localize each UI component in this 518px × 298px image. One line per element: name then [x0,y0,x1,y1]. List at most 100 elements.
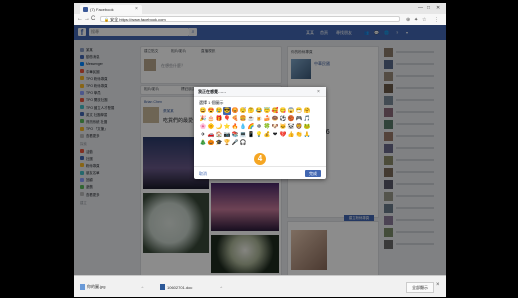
sticker-icon[interactable]: 🐸 [303,123,311,131]
sticker-icon[interactable]: ⭐ [223,123,231,131]
sticker-icon[interactable]: 🤔 [247,107,255,115]
sticker-icon[interactable]: 🏠 [215,131,223,139]
sticker-icon[interactable]: 🌙 [215,123,223,131]
sticker-icon[interactable]: 🙏 [303,131,311,139]
sticker-icon[interactable]: ☕ [247,115,255,123]
sticker-icon[interactable]: 😢 [215,107,223,115]
sticker-icon[interactable]: 💰 [263,131,271,139]
sticker-icon[interactable]: 😇 [263,107,271,115]
facebook-favicon-icon [83,7,88,12]
sticker-icon[interactable]: 🍕 [231,115,239,123]
download-bar-close-icon[interactable]: × [436,282,440,288]
cancel-button[interactable]: 取消 [199,171,207,177]
sticker-icon[interactable]: 🐱 [279,123,287,131]
tab-title: (7) Facebook [90,7,114,12]
sticker-icon[interactable]: 🔥 [231,123,239,131]
bookmark-icon[interactable]: ☆ [422,17,426,23]
menu-icon[interactable]: ⋮ [434,17,439,23]
sticker-icon[interactable]: 🎁 [215,115,223,123]
sticker-icon[interactable]: 📱 [247,131,255,139]
step-badge: 4 [254,153,266,165]
download-item[interactable]: 10602701.doc ^ [160,282,222,292]
sticker-icon[interactable]: 🥰 [271,107,279,115]
sticker-icon[interactable]: 💧 [239,123,247,131]
download-filename: 10602701.doc [167,284,193,290]
sticker-icon[interactable]: 😀 [199,107,207,115]
sticker-icon[interactable]: 💔 [279,131,287,139]
sticker-icon[interactable]: 🍀 [263,123,271,131]
minimize-button[interactable]: — [418,5,423,11]
download-item[interactable]: 你的圖.jpg ^ [80,282,143,292]
sticker-icon[interactable]: 🌈 [247,123,255,131]
sticker-icon[interactable]: 🍔 [239,115,247,123]
sticker-icon[interactable]: 🎮 [295,115,303,123]
sticker-icon[interactable]: 😋 [279,107,287,115]
window-close-button[interactable]: ✕ [436,5,440,11]
sticker-icon[interactable]: 🍺 [255,115,263,123]
sticker-icon[interactable]: 📚 [231,131,239,139]
sticker-icon[interactable]: 💻 [239,131,247,139]
sticker-icon[interactable]: ❄ [255,123,263,131]
sticker-icon[interactable]: 🏀 [287,115,295,123]
sticker-icon[interactable]: 🐶 [271,123,279,131]
sticker-icon[interactable]: 🎈 [223,115,231,123]
browser-tab[interactable]: (7) Facebook × [80,5,142,14]
tab-strip: (7) Facebook × — □ ✕ [74,3,446,14]
sticker-icon[interactable]: ✈ [199,131,207,139]
sticker-icon[interactable]: 🍰 [263,115,271,123]
dialog-subtitle: 選擇 1 個圖示 [199,100,224,105]
dialog-footer: 取消 完成 [194,166,326,180]
sticker-icon[interactable]: 🎤 [231,139,239,147]
sticker-icon[interactable]: 😴 [239,107,247,115]
sticker-icon[interactable]: 📷 [223,131,231,139]
sticker-icon[interactable]: 🎧 [239,139,247,147]
lock-icon: 🔒 [104,17,109,22]
image-file-icon [80,284,85,290]
extension-icon[interactable]: ✦ [414,17,418,23]
reload-icon[interactable]: C [91,16,95,22]
sticker-icon[interactable]: 😷 [295,107,303,115]
sticker-icon[interactable]: 🎄 [199,139,207,147]
sticker-icon[interactable]: 🚗 [207,131,215,139]
forward-icon[interactable]: → [84,16,90,22]
sticker-icon[interactable]: 🌞 [207,123,215,131]
sticker-icon[interactable]: 🎓 [215,139,223,147]
sticker-icon[interactable]: 😡 [231,107,239,115]
maximize-button[interactable]: □ [427,5,430,11]
sticker-icon[interactable]: 🦁 [295,123,303,131]
sticker-icon[interactable]: 😎 [223,107,231,115]
url-field[interactable]: 🔒 安全 https://www.facebook.com [100,16,400,22]
show-all-downloads-button[interactable]: 全部顯示 [406,282,434,293]
sticker-icon[interactable]: 🐼 [287,123,295,131]
sticker-icon[interactable]: 🎵 [303,115,311,123]
sticker-icon[interactable]: 💡 [255,131,263,139]
chevron-up-icon[interactable]: ^ [220,285,222,290]
done-button[interactable]: 完成 [305,170,321,177]
sticker-icon[interactable]: 🎂 [207,115,215,123]
sticker-icon[interactable]: 🎉 [199,115,207,123]
sticker-icon[interactable]: 🤗 [303,107,311,115]
sticker-icon[interactable]: 😱 [287,107,295,115]
download-bar: 你的圖.jpg ^ 10602701.doc ^ 全部顯示 × [74,275,446,297]
feeling-dialog: 我正在感覺…… × 選擇 1 個圖示 😀 😍 😢 😎 😡 😴 🤔 😂 😇 🥰 😋 😱 😷 🤗 🎉 🎂 🎁 🎈 🍕 🍔 ☕… [194,87,326,179]
sticker-icon[interactable]: 🍩 [271,115,279,123]
browser-window: (7) Facebook × — □ ✕ ← → C 🔒 安全 https://… [74,3,446,297]
dialog-title: 我正在感覺…… [194,87,326,97]
sticker-icon[interactable]: ⚽ [279,115,287,123]
dialog-close-icon[interactable]: × [317,89,320,95]
sticker-icon[interactable]: 😍 [207,107,215,115]
doc-file-icon [160,284,165,290]
sticker-icon[interactable]: 👏 [295,131,303,139]
sticker-icon[interactable]: ❤ [271,131,279,139]
url-text: https://www.facebook.com [119,17,166,22]
sticker-icon[interactable]: 👍 [287,131,295,139]
zoom-icon[interactable]: ⊕ [406,17,410,23]
sticker-icon[interactable]: 🌸 [199,123,207,131]
back-icon[interactable]: ← [77,16,83,22]
secure-label: 安全 [110,17,119,22]
sticker-icon[interactable]: 😂 [255,107,263,115]
chevron-up-icon[interactable]: ^ [141,285,143,290]
sticker-icon[interactable]: 🏆 [223,139,231,147]
tab-close-icon[interactable]: × [135,6,138,12]
sticker-icon[interactable]: 🎃 [207,139,215,147]
